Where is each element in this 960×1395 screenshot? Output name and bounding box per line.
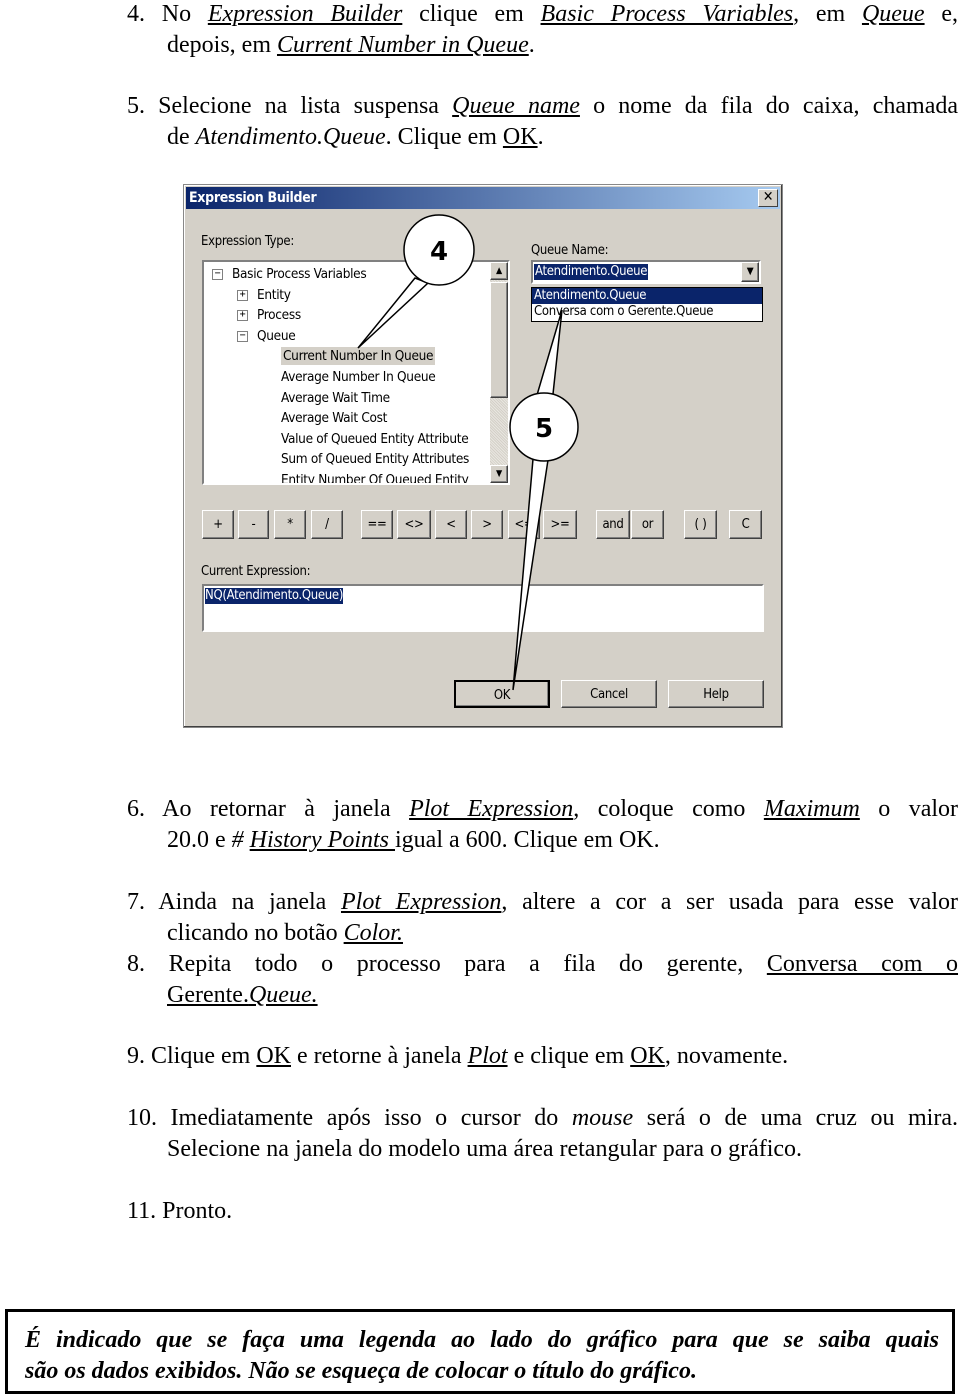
callout-5-number: 5 [535,414,553,444]
callout-4-number: 4 [430,237,448,267]
callout-5-pointer-up [535,309,563,396]
callout-5-pointer-down [512,458,549,691]
callout-overlay: 4 5 [357,214,579,691]
note-line: são os dados exibidos. Não se esqueça de… [25,1358,697,1384]
document-page: 4. No Expression Builder clique em Basic… [0,0,960,1395]
note-box: É indicado que se faça uma legenda ao la… [5,1309,955,1394]
note-line: É indicado que se faça uma legenda ao la… [25,1327,939,1353]
callout-4-pointer [357,277,430,349]
